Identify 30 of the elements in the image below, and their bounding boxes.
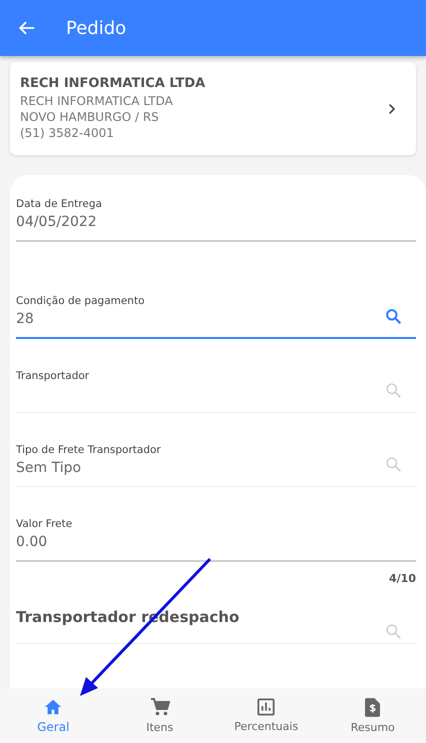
search-icon[interactable] <box>385 456 402 473</box>
chevron-right-icon <box>388 102 396 114</box>
home-icon <box>44 698 62 716</box>
search-icon[interactable] <box>385 308 402 325</box>
input-field[interactable]: 28 <box>16 309 416 339</box>
input-field[interactable]: Sem Tipo <box>16 458 416 487</box>
search-icon[interactable] <box>385 382 402 399</box>
tab[interactable]: Percentuais <box>213 688 320 743</box>
customer-detail: (51) 3582-4001 <box>20 125 115 141</box>
dollar-document-icon <box>365 698 380 716</box>
cart-icon <box>150 697 170 717</box>
bar-chart-icon <box>257 698 276 716</box>
character-counter: 4/10 <box>389 572 416 585</box>
field-label: Data de Entrega <box>16 197 103 212</box>
back-arrow-icon[interactable] <box>18 19 36 37</box>
tab[interactable]: Itens <box>106 688 213 743</box>
input-field[interactable]: 0.00 <box>16 532 416 562</box>
input-field[interactable]: 04/05/2022 <box>16 212 416 242</box>
tab[interactable]: Geral <box>0 688 106 743</box>
customer-card[interactable]: RECH INFORMATICA LTDA RECH INFORMATICA LTDA NOVO HAMBURGO / RS (51) 3582-4001 <box>10 62 416 155</box>
field-label: Tipo de Frete Transportador <box>16 443 162 458</box>
tab[interactable]: Resumo <box>320 688 426 743</box>
field-label: Valor Frete <box>16 517 74 532</box>
customer-name: RECH INFORMATICA LTDA <box>20 76 206 91</box>
customer-detail: RECH INFORMATICA LTDA <box>20 93 174 109</box>
page-title: Pedido <box>66 18 126 38</box>
field-label: Transportador <box>16 369 90 384</box>
customer-detail: NOVO HAMBURGO / RS <box>20 109 160 125</box>
field-label: Condição de pagamento <box>16 294 146 309</box>
search-icon[interactable] <box>385 623 402 640</box>
